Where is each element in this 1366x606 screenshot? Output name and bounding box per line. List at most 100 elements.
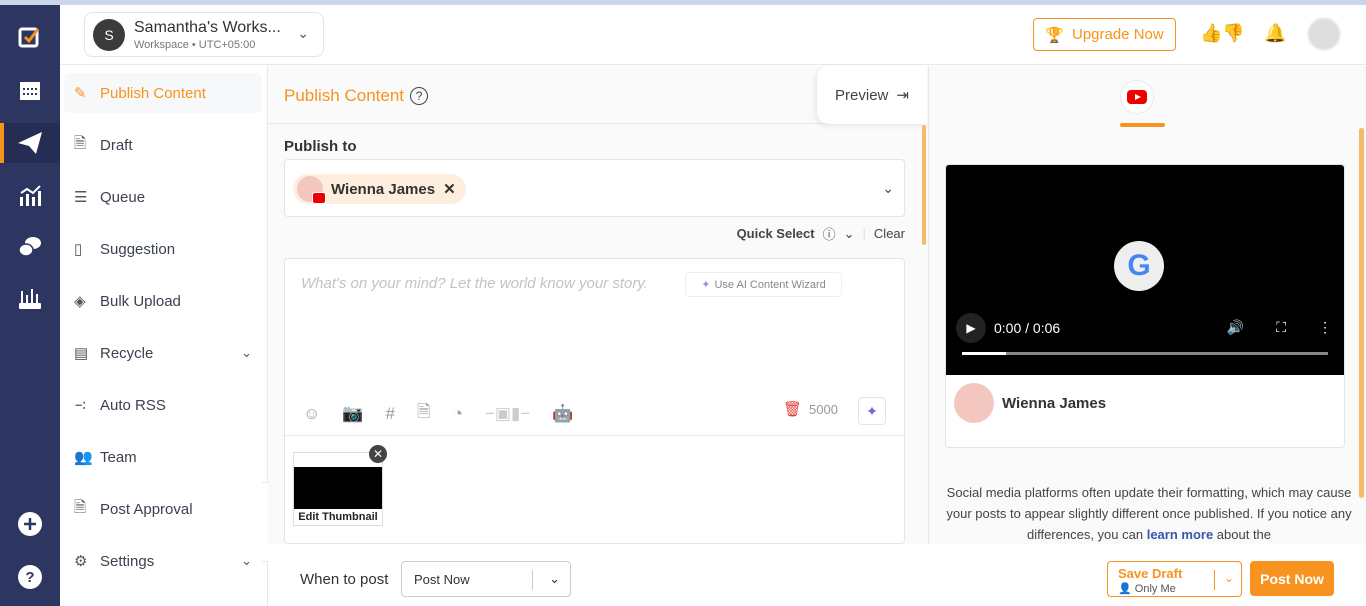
composer-scrollbar[interactable]	[922, 125, 926, 245]
sidebar-item-label: Team	[100, 448, 137, 466]
fullscreen-icon[interactable]: ⛶	[1276, 319, 1286, 336]
workspace-timezone: Workspace • UTC+05:00	[134, 38, 256, 51]
when-to-post-select[interactable]: Post Now ⌄	[401, 561, 571, 597]
sidebar-item-label: Post Approval	[100, 500, 193, 518]
workspace-switcher[interactable]: S Samantha's Works... Workspace • UTC+05:…	[84, 12, 324, 57]
remove-account-icon[interactable]: ✕	[443, 180, 456, 198]
post-text-input[interactable]: What's on your mind? Let the world know …	[301, 275, 648, 292]
youtube-preview-card: G ▶ 0:00 / 0:06 🔊 ⛶ ⋮ Wienna James	[945, 164, 1345, 448]
composer-header: Publish Content? Preview ⇥	[268, 66, 928, 124]
edit-thumbnail-button[interactable]: Edit Thumbnail	[294, 511, 382, 523]
preview-toggle-button[interactable]: Preview ⇥	[817, 66, 927, 124]
sidebar-item-suggestion[interactable]: ▯ Suggestion	[64, 229, 262, 269]
archive-icon: ▤	[74, 345, 89, 362]
google-logo-icon: G	[1114, 241, 1164, 291]
hashtag-icon[interactable]: #	[386, 404, 395, 424]
beta-analytics-icon[interactable]	[16, 285, 44, 313]
chevron-down-icon: ⌄	[241, 345, 252, 360]
user-avatar[interactable]	[1307, 17, 1341, 51]
account-selector[interactable]: Wienna James ✕ ⌄	[284, 159, 905, 217]
approval-icon: 🗎	[74, 498, 87, 516]
sidebar: ✎ Publish Content 🗎 Draft ☰ Queue ▯ Suggesti…	[60, 66, 268, 606]
help-icon[interactable]: ?	[410, 87, 429, 105]
page-title: Publish Content?	[284, 86, 429, 106]
play-button[interactable]: ▶	[956, 313, 986, 343]
info-icon: ⓘ	[822, 227, 836, 242]
video-player[interactable]: G ▶ 0:00 / 0:06 🔊 ⛶ ⋮	[946, 165, 1344, 375]
sidebar-item-label: Suggestion	[100, 240, 176, 258]
sidebar-item-recycle[interactable]: ▤ Recycle ⌄	[64, 333, 262, 373]
chevron-down-icon[interactable]: ⌄	[844, 226, 855, 242]
magic-wand-button[interactable]: ✦	[858, 397, 886, 425]
emoji-icon[interactable]: ☺	[303, 404, 320, 424]
visibility-label: 👤 Only Me	[1118, 583, 1176, 595]
account-name: Wienna James	[331, 180, 436, 198]
preview-scrollbar[interactable]	[1359, 128, 1364, 498]
top-header: S Samantha's Works... Workspace • UTC+05:…	[60, 5, 1366, 65]
user-icon: 👤	[1118, 583, 1132, 595]
rss-icon: ∹	[74, 397, 87, 414]
post-now-button[interactable]: Post Now	[1250, 561, 1334, 596]
sidebar-item-team[interactable]: 👥 Team	[64, 437, 262, 477]
plug-icon[interactable]: −▣▮−	[485, 404, 530, 424]
composer-panel: Publish Content? Preview ⇥ Publish to Wie…	[268, 66, 928, 544]
analytics-icon[interactable]	[16, 181, 44, 209]
bell-icon[interactable]: 🔔	[1264, 23, 1286, 44]
chevron-down-icon[interactable]: ⌄	[1224, 571, 1234, 585]
sidebar-item-bulk-upload[interactable]: ◈ Bulk Upload	[64, 281, 262, 321]
list-icon: ☰	[74, 189, 88, 206]
video-progress-bar[interactable]	[962, 352, 1328, 355]
document-icon[interactable]: 🗎	[417, 399, 431, 428]
sidebar-item-post-approval[interactable]: 🗎 Post Approval	[64, 489, 262, 529]
upgrade-button[interactable]: 🏆 Upgrade Now	[1033, 18, 1176, 51]
chevron-down-icon: ⌄	[241, 553, 252, 568]
divider	[285, 435, 904, 436]
chevron-down-icon: ⌄	[882, 180, 894, 196]
workspace-avatar: S	[93, 18, 125, 51]
youtube-icon	[1127, 90, 1147, 104]
account-avatar	[954, 383, 994, 423]
sidebar-item-publish-content[interactable]: ✎ Publish Content	[64, 73, 262, 113]
help-icon[interactable]: ?	[16, 563, 44, 591]
youtube-tab[interactable]	[1120, 80, 1154, 114]
pie-chart-icon[interactable]: ◔	[453, 404, 463, 424]
quick-select-button[interactable]: Quick Select	[737, 226, 815, 241]
robot-icon[interactable]: 🤖	[552, 404, 573, 424]
save-draft-button[interactable]: Save Draft 👤 Only Me ⌄	[1107, 561, 1242, 597]
account-avatar	[297, 176, 326, 204]
trash-icon[interactable]: 🗑	[783, 400, 802, 418]
chevron-down-icon: ⌄	[549, 571, 560, 586]
sidebar-item-settings[interactable]: ⚙ Settings ⌄	[64, 541, 262, 581]
clear-button[interactable]: Clear	[874, 226, 905, 241]
post-editor[interactable]: What's on your mind? Let the world know …	[284, 258, 905, 544]
video-time: 0:00 / 0:06	[994, 320, 1061, 336]
sidebar-item-draft[interactable]: 🗎 Draft	[64, 125, 262, 165]
add-icon[interactable]	[16, 510, 44, 538]
svg-text:?: ?	[25, 569, 34, 586]
media-thumbnail[interactable]: Edit Thumbnail ✕	[293, 445, 387, 526]
arrow-right-bar-icon: ⇥	[896, 87, 909, 104]
when-to-post-label: When to post	[300, 571, 389, 588]
account-chip: Wienna James ✕	[293, 174, 466, 204]
account-name: Wienna James	[1002, 394, 1107, 412]
gear-icon: ⚙	[74, 553, 88, 570]
more-options-icon[interactable]: ⋮	[1318, 319, 1332, 336]
publish-to-label: Publish to	[284, 138, 357, 155]
ai-content-wizard-button[interactable]: ✦ Use AI Content Wizard	[685, 272, 842, 297]
sidebar-item-label: Auto RSS	[100, 396, 166, 414]
camera-icon[interactable]: 📷	[342, 404, 363, 424]
sidebar-item-auto-rss[interactable]: ∹ Auto RSS	[64, 385, 262, 425]
send-icon[interactable]	[16, 129, 44, 157]
feedback-thumbs-icon[interactable]: 👍👎	[1200, 23, 1245, 44]
trophy-icon: 🏆	[1045, 26, 1064, 44]
volume-icon[interactable]: 🔊	[1227, 319, 1244, 336]
calendar-icon[interactable]	[16, 76, 44, 104]
checkbox-logo-icon[interactable]	[16, 23, 44, 51]
save-draft-label: Save Draft	[1118, 566, 1183, 581]
sidebar-item-queue[interactable]: ☰ Queue	[64, 177, 262, 217]
upgrade-label: Upgrade Now	[1071, 26, 1164, 43]
remove-media-icon[interactable]: ✕	[369, 445, 387, 463]
learn-more-link[interactable]: learn more	[1147, 527, 1213, 542]
document-icon: 🗎	[74, 134, 87, 152]
chat-icon[interactable]	[16, 233, 44, 261]
